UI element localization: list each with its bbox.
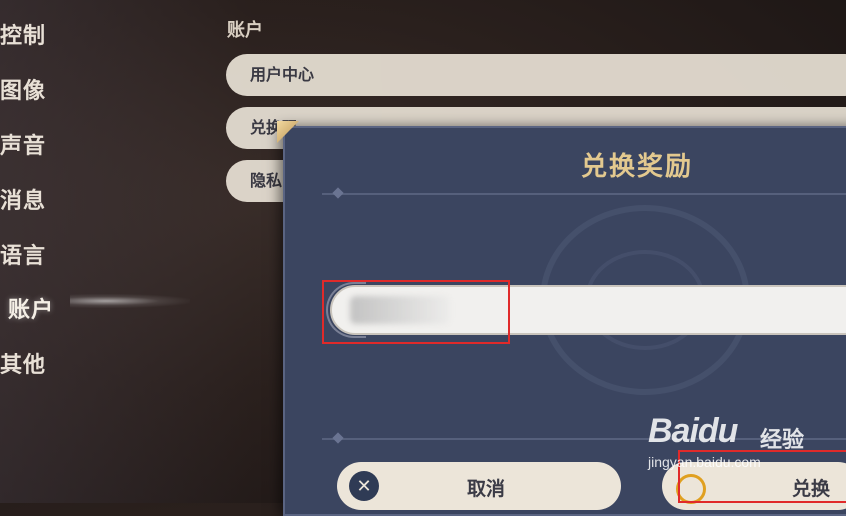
baidu-jingyan-watermark: Baidu 经验 jingyan.baidu.com [648, 412, 846, 482]
active-indicator-glow [70, 294, 190, 308]
cancel-label: 取消 [467, 478, 506, 500]
user-center-button[interactable]: 用户中心 [226, 54, 846, 96]
sidebar-item-audio[interactable]: 声音 [0, 128, 46, 160]
input-highlight-box [322, 280, 510, 344]
sidebar-item-controls[interactable]: 控制 [0, 18, 46, 50]
dialog-title: 兑换奖励 [581, 152, 694, 182]
watermark-url: jingyan.baidu.com [648, 454, 761, 470]
sidebar-item-graphics[interactable]: 图像 [0, 73, 46, 105]
section-title: 账户 [227, 20, 263, 41]
sidebar-item-notifications[interactable]: 消息 [0, 183, 46, 215]
sidebar-item-language[interactable]: 语言 [0, 238, 46, 270]
sidebar-item-account[interactable]: 账户 [8, 292, 54, 324]
watermark-cn: 经验 [760, 427, 805, 452]
close-x-icon: ✕ [349, 471, 379, 501]
sidebar-item-other[interactable]: 其他 [0, 347, 46, 379]
watermark-logo: Baidu [648, 412, 738, 450]
top-divider [322, 193, 846, 195]
settings-sidebar: 控制 图像 声音 消息 语言 账户 其他 [0, 0, 200, 503]
